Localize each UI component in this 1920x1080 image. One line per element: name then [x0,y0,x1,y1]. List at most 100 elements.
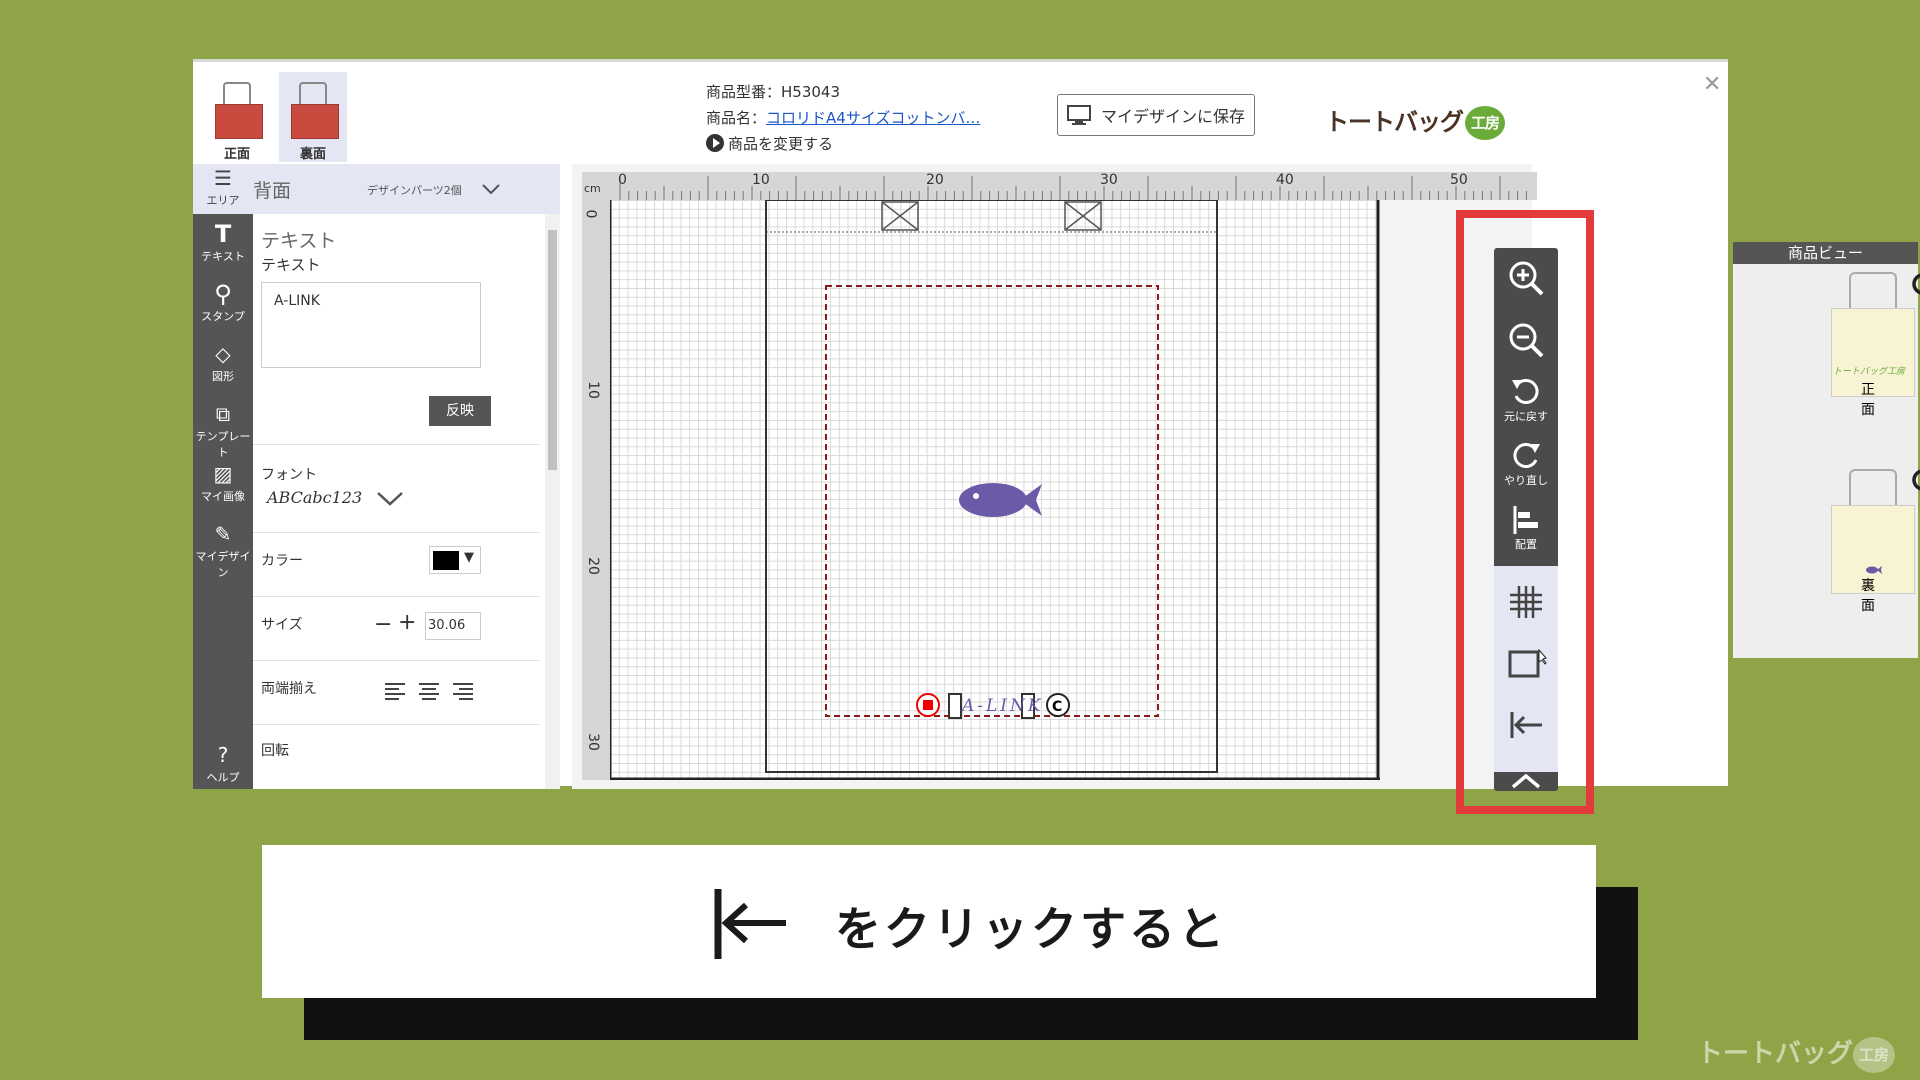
text-object[interactable]: A-LINK [962,696,1044,716]
close-icon[interactable]: ✕ [1703,72,1721,97]
bag-handle-icon [299,82,327,104]
save-design-button[interactable]: マイデザインに保存 [1057,94,1255,136]
h-tick: 0 [618,172,627,188]
front-preview-label: 正面 [1861,382,1875,418]
rotate-label: 回転 [261,743,289,759]
move-to-left-edge-icon [714,889,786,959]
section-title: テキスト [261,230,337,252]
zoom-search-icon[interactable] [1911,468,1920,502]
divider [253,724,540,725]
rail-stamp[interactable]: ⚲ スタンプ [193,280,253,324]
back-preview-label: 裏面 [1861,578,1875,614]
front-preview[interactable]: トートバッグ工房 [1831,272,1915,397]
rail-template[interactable]: ⧉ テンプレート [193,400,253,460]
apply-button[interactable]: 反映 [429,396,491,426]
property-panel: テキスト テキスト A-LINK 反映 フォント ABCabc123 カラー ▼… [253,214,560,789]
h-tick: 10 [752,172,770,188]
product-info: 商品型番：H53043 商品名：コロリドA4サイズコットンバ… 商品を変更する [706,79,980,157]
fish-icon [1866,566,1882,574]
rail-shape[interactable]: ◇ 図形 [193,340,253,384]
design-icon: ✎ [214,522,232,546]
design-canvas-area: cm 0 10 20 30 40 50 0 10 20 30 C A-LINK [572,164,1537,789]
plus-icon[interactable]: + [398,610,416,635]
play-icon [706,134,724,152]
v-tick: 0 [582,209,599,219]
product-name: 商品名：コロリドA4サイズコットンバ… [706,109,981,127]
rail-my-design[interactable]: ✎ マイデザイン [193,520,253,580]
size-label: サイズ [261,617,303,633]
zoom-search-icon[interactable] [1911,272,1920,309]
grid-canvas[interactable]: C A-LINK [610,200,1380,780]
layers-icon: ☰ [214,166,232,190]
chevron-down-icon[interactable] [375,489,405,507]
design-parts-count: デザインパーツ2個 [367,184,462,197]
align-left-icon [385,683,405,700]
back-label: 裏面 [299,147,326,162]
bag-icon [215,104,263,139]
font-sample[interactable]: ABCabc123 [267,488,362,507]
image-icon: ▨ [213,462,233,486]
v-tick: 20 [584,557,601,575]
divider [253,660,540,661]
front-preview-logo: トートバッグ工房 [1833,367,1906,377]
size-input[interactable]: 30.06 [425,612,481,640]
bag-handle-icon [1849,469,1897,509]
color-picker[interactable]: ▼ [429,546,481,574]
bag-icon [291,104,339,139]
brand-logo: トートバッグ 工房 [1325,102,1505,140]
h-tick: 30 [1100,172,1118,188]
watermark-logo: トートバッグ 工房 [1697,1033,1896,1073]
text-input[interactable]: A-LINK [261,282,481,368]
change-product-link[interactable]: 商品を変更する [706,131,980,157]
caption-text: をクリックすると [835,902,1227,956]
area-selector[interactable]: 背面 デザインパーツ2個 [253,164,560,214]
fish-stamp[interactable] [959,483,1042,517]
front-side-thumb[interactable]: 正面 [203,72,271,162]
bag-handle-icon [223,82,251,104]
align-center-icon [419,683,439,700]
highlight-frame [1456,210,1594,814]
help-icon: ? [217,743,229,767]
divider [253,444,540,445]
divider [253,532,540,533]
scrollbar-thumb[interactable] [548,230,557,470]
product-view-title: 商品ビュー [1733,242,1918,264]
minus-icon[interactable]: − [374,612,392,637]
rail-help[interactable]: ? ヘルプ [193,741,253,785]
v-tick: 10 [584,381,601,399]
horizontal-ruler: cm 0 10 20 30 40 50 [582,172,1537,200]
chevron-down-icon[interactable] [481,182,501,196]
v-tick: 30 [584,733,601,751]
rail-text[interactable]: T テキスト [193,220,253,264]
back-side-thumb[interactable]: 裏面 [279,72,347,162]
dropdown-arrow-icon: ▼ [464,550,474,565]
bag-handle-icon [1849,272,1897,312]
unit-label[interactable]: cm [584,182,601,195]
panel-scrollbar[interactable] [545,214,560,789]
template-icon: ⧉ [215,402,231,426]
monitor-icon [1066,105,1091,125]
text-label: テキスト [261,256,321,274]
align-label: 両端揃え [261,681,317,697]
align-buttons[interactable] [381,678,481,706]
rail-my-image[interactable]: ▨ マイ画像 [193,460,253,504]
divider [253,596,540,597]
bag-template: C [610,200,1380,780]
back-preview[interactable] [1831,469,1915,594]
handle-mark-icon [881,201,1102,231]
product-name-link[interactable]: コロリドA4サイズコットンバ… [766,109,980,127]
area-title: 背面 [253,180,292,202]
product-code: 商品型番：H53043 [706,83,840,101]
h-tick: 50 [1450,172,1468,188]
text-icon: T [214,220,232,248]
front-label: 正面 [223,147,250,162]
h-tick: 20 [926,172,944,188]
tool-rail: ☰ エリア T テキスト ⚲ スタンプ ◇ 図形 ⧉ テンプレート ▨ マイ画像… [193,164,253,789]
vertical-ruler: 0 10 20 30 [582,200,610,780]
color-label: カラー [261,553,303,569]
h-tick: 40 [1276,172,1294,188]
font-label: フォント [261,467,317,483]
align-right-icon [453,683,473,700]
color-swatch [433,551,459,570]
rail-area[interactable]: ☰ エリア [193,164,253,214]
